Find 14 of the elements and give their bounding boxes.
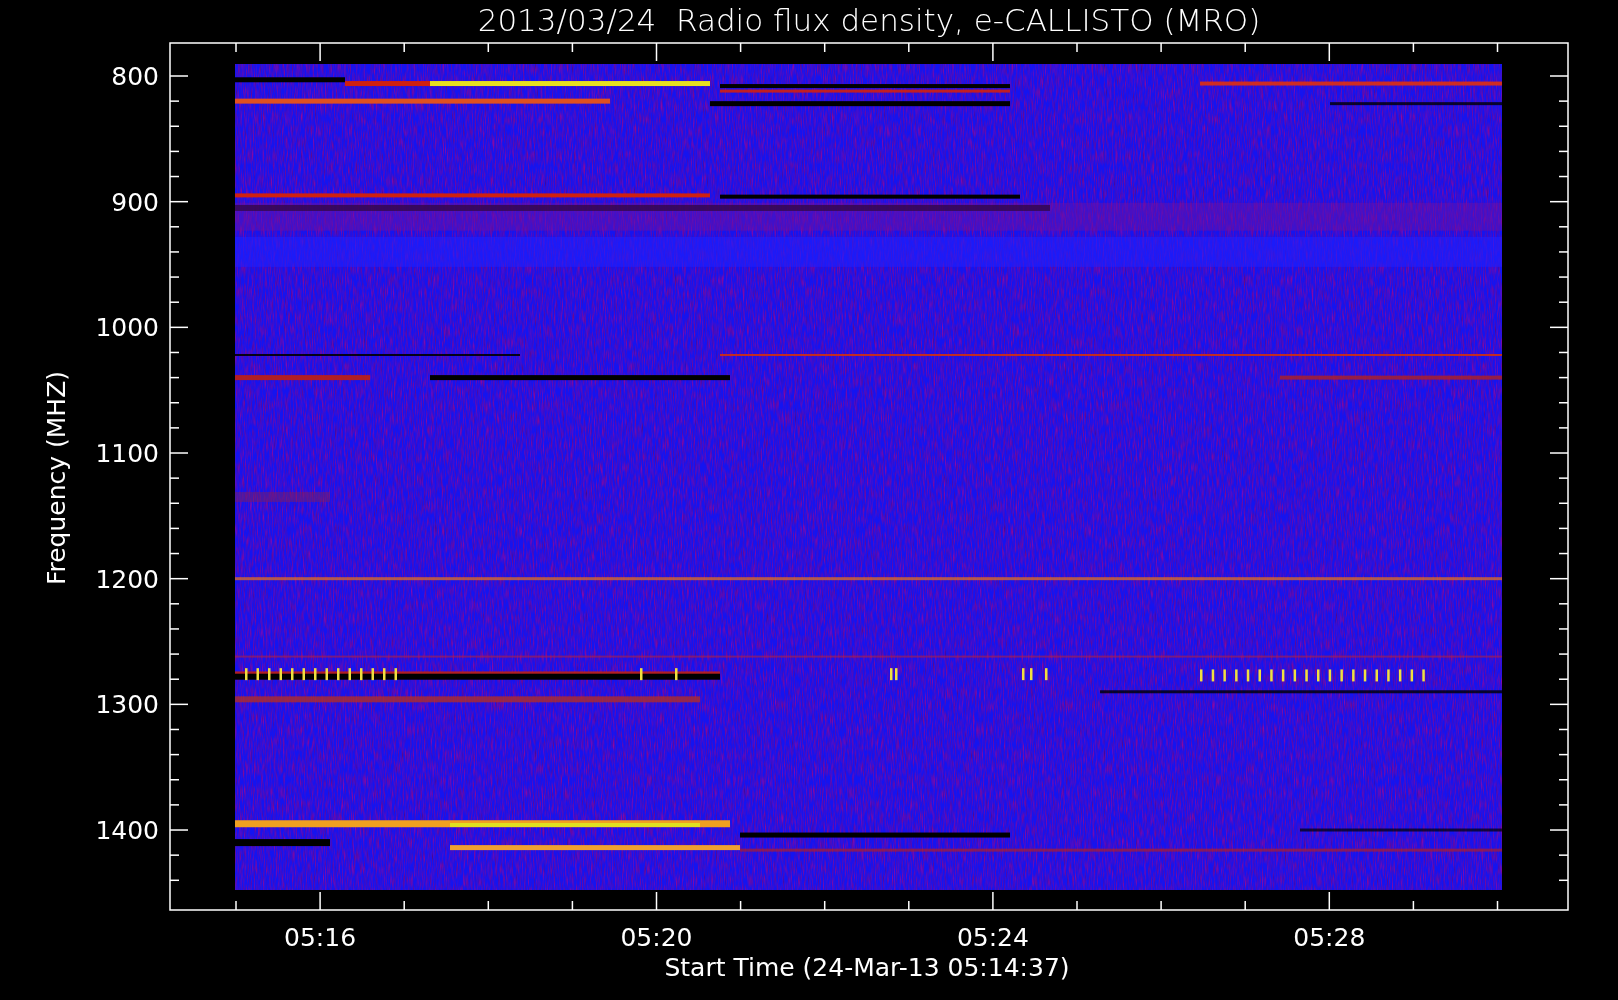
tick-label: 05:16 bbox=[284, 923, 357, 952]
tick-label: 900 bbox=[111, 187, 159, 217]
axis-label: Start Time (24-Mar-13 05:14:37) bbox=[664, 953, 1070, 982]
tick-label: 05:24 bbox=[956, 923, 1029, 952]
tick-label: 1200 bbox=[95, 564, 159, 594]
tick-label: 1000 bbox=[95, 313, 159, 343]
tick-label: 1100 bbox=[95, 439, 159, 468]
tick-label: 800 bbox=[111, 62, 159, 91]
plot-title: 2013/03/24 Radio flux density, e-CALLISTO (MRO) bbox=[477, 2, 1261, 38]
axis-label: Frequency (MHZ) bbox=[42, 370, 71, 586]
tick-label: 05:20 bbox=[620, 923, 693, 952]
tick-label: 05:28 bbox=[1293, 923, 1366, 952]
tick-label: 1300 bbox=[95, 690, 159, 720]
tick-label: 1400 bbox=[95, 816, 159, 845]
